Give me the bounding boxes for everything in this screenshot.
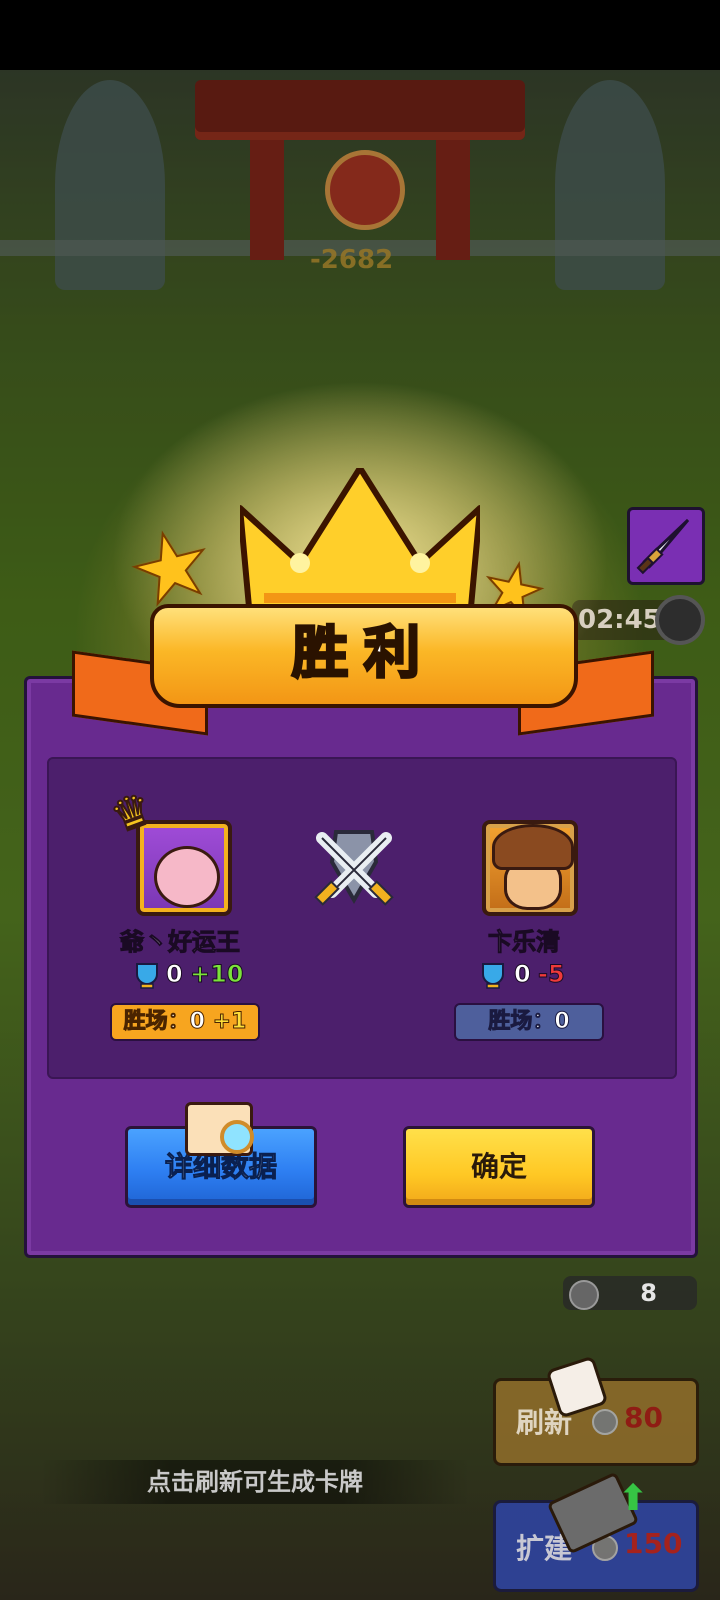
wins-label: 胜场： [123, 1009, 190, 1035]
refresh-hint: 点击刷新可生成卡牌 [40, 1460, 470, 1504]
trophy-count-opponent: 0 [514, 960, 532, 989]
expand-cost: 150 [624, 1527, 683, 1560]
pig-portrait [154, 846, 220, 908]
trophy-icon [136, 963, 158, 989]
coin-counter: 8 [563, 1276, 697, 1310]
player-name-opponent: 卞乐清 [488, 928, 561, 957]
coin-count: 8 [640, 1279, 657, 1307]
wins-count: 0 [189, 1009, 205, 1035]
wins-label: 胜场： [488, 1009, 555, 1035]
player-avatar-self[interactable] [136, 820, 232, 916]
victory-banner: 胜利 [150, 604, 578, 708]
coin-icon [569, 1280, 599, 1310]
magnifier-icon [220, 1120, 254, 1154]
sword-icon [636, 518, 690, 575]
player-avatar-opponent[interactable] [482, 820, 578, 916]
status-bar [0, 0, 720, 70]
refresh-cost: 80 [624, 1401, 663, 1434]
trophy-count-self: 0 [166, 960, 184, 989]
trophy-delta-self: +10 [190, 960, 245, 989]
trophy-icon [482, 963, 504, 989]
wins-badge-self: 胜场：0 +1 [110, 1003, 260, 1041]
wins-count: 0 [554, 1009, 570, 1035]
victory-title: 胜利 [291, 620, 436, 688]
coin-icon [592, 1409, 618, 1435]
crossed-swords-icon [306, 822, 402, 912]
cowboy-hat [492, 824, 574, 870]
player-name-self: 爺丶好运王 [120, 928, 241, 957]
confirm-button[interactable]: 确定 [403, 1126, 595, 1208]
clock-icon [655, 595, 705, 645]
wins-badge-opponent: 胜场：0 [454, 1003, 604, 1041]
trophy-delta-opponent: -5 [538, 960, 566, 989]
wins-delta: +1 [212, 1009, 247, 1035]
upgrade-arrow-icon: ⬆ [618, 1478, 649, 1519]
weapon-card[interactable] [627, 507, 705, 585]
